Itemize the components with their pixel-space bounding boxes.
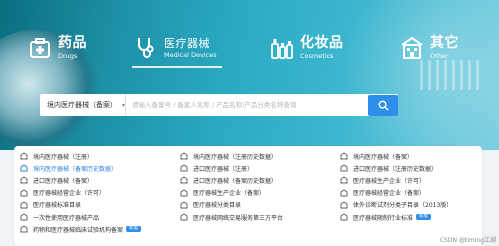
quick-link-label: 医疗器械经营企业（许可） [33, 190, 106, 198]
doc-icon [180, 164, 189, 172]
quick-link[interactable]: 境内医疗器械（注册历史数据） [174, 150, 334, 162]
nav-cosmetics-label: 化妆品 [300, 35, 344, 52]
nav-other[interactable]: 其它 Other [400, 30, 459, 66]
quick-link[interactable]: 医疗器械生产企业（许可） [334, 174, 482, 186]
chevron-down-icon: ▾ [121, 101, 125, 109]
new-badge: 新版 [416, 213, 432, 221]
quick-link[interactable]: 境内医疗器械（备案历史数据） [14, 162, 174, 174]
quick-link-label: 进口医疗器械（备案历史数据） [193, 177, 278, 185]
new-badge: 新版 [126, 225, 142, 233]
doc-icon [20, 225, 29, 233]
doc-icon [340, 189, 349, 197]
quick-link[interactable]: 一次性使用医疗器械产品 [14, 211, 174, 223]
quick-links-grid: 境内医疗器械（注册） 境内医疗器械（注册历史数据） 境内医疗器械（备案） 境内医… [14, 150, 482, 235]
doc-icon [340, 164, 349, 172]
quick-link-label: 境内医疗器械（注册历史数据） [193, 153, 278, 161]
quick-link[interactable]: 进口医疗器械（备案） [14, 174, 174, 186]
quick-link-label: 医疗器械网络交易服务第三方平台 [193, 214, 284, 222]
quick-link-label: 境内医疗器械（备案） [353, 153, 414, 161]
building-icon [400, 35, 424, 61]
nav-cosmetics[interactable]: 化妆品 Cosmetics [270, 30, 344, 66]
doc-icon [20, 152, 29, 160]
nav-cosmetics-en: Cosmetics [300, 52, 334, 61]
doc-icon [20, 201, 29, 209]
quick-link[interactable]: 体外诊断试剂分类子目录（2013版） [334, 199, 482, 211]
stethoscope-icon [134, 35, 158, 61]
quick-link[interactable]: 进口医疗器械（备案历史数据） [174, 174, 334, 186]
search-input[interactable] [126, 94, 398, 116]
quick-link[interactable]: 医疗器械经营企业（许可） [14, 187, 174, 199]
quick-link[interactable]: 境内医疗器械（备案） [334, 150, 482, 162]
doc-icon [180, 201, 189, 209]
quick-link[interactable]: 医疗器械标准目录 [14, 199, 174, 211]
cosmetics-bottle-icon [270, 35, 294, 61]
quick-link[interactable]: 医疗器械网络交易服务第三方平台 [174, 211, 334, 223]
doc-icon [20, 189, 29, 197]
doc-icon [20, 164, 29, 172]
quick-link-label: 药物和医疗器械临床试验机构备案 [33, 226, 124, 234]
quick-link-label: 境内医疗器械（注册） [33, 153, 94, 161]
quick-link-label: 进口医疗器械（注册历史数据） [353, 165, 438, 173]
quick-links-panel: 境内医疗器械（注册） 境内医疗器械（注册历史数据） 境内医疗器械（备案） 境内医… [14, 146, 482, 246]
search-button[interactable] [368, 95, 398, 116]
nav-drugs-label: 药品 [58, 35, 87, 52]
quick-link[interactable]: 医疗器械分类目录 [174, 199, 334, 211]
quick-link-label: 医疗器械随制行业标准 [353, 214, 414, 222]
nav-other-label: 其它 [430, 35, 459, 52]
quick-link[interactable]: 医疗器械生产企业（备案） [174, 187, 334, 199]
search-bar: 境内医疗器械（备案） ▾ [40, 94, 398, 116]
quick-link[interactable]: 药物和医疗器械临床试验机构备案 新版 [14, 223, 174, 235]
hero-banner: 药品 Drugs 医疗器械 Medical Devices 化妆品 Cosmet… [0, 0, 499, 150]
active-tab-underline [132, 66, 222, 68]
category-select-value: 境内医疗器械（备案） [47, 101, 117, 109]
doc-icon [180, 213, 189, 221]
quick-link-label: 进口医疗器械（注册） [193, 165, 254, 173]
quick-link[interactable]: 进口医疗器械（注册历史数据） [334, 162, 482, 174]
nav-medical-devices-label: 医疗器械 [164, 36, 210, 50]
quick-link-label: 一次性使用医疗器械产品 [33, 214, 100, 222]
nav-medical-devices-en: Medical Devices [164, 50, 217, 59]
doc-icon [180, 176, 189, 184]
quick-link-label: 医疗器械生产企业（许可） [353, 177, 426, 185]
doc-icon [340, 213, 349, 221]
doc-icon [20, 213, 29, 221]
quick-link[interactable]: 医疗器械随制行业标准 新版 [334, 211, 482, 223]
doc-icon [340, 152, 349, 160]
medicine-box-icon [28, 35, 52, 61]
doc-icon [180, 152, 189, 160]
watermark: CSDN @timing江湖 [439, 237, 496, 244]
quick-link-label: 境内医疗器械（备案历史数据） [33, 165, 118, 173]
quick-link-label: 医疗器械经营企业（备案） [353, 190, 426, 198]
quick-link[interactable]: 医疗器械经营企业（备案） [334, 187, 482, 199]
doc-icon [20, 176, 29, 184]
quick-link-label: 医疗器械标准目录 [33, 202, 82, 210]
quick-link-label: 体外诊断试剂分类子目录（2013版） [353, 202, 453, 210]
doc-icon [340, 176, 349, 184]
quick-link[interactable]: 境内医疗器械（注册） [14, 150, 174, 162]
search-icon [378, 100, 389, 111]
quick-link-label: 医疗器械分类目录 [193, 202, 242, 210]
nav-drugs[interactable]: 药品 Drugs [28, 30, 87, 66]
nav-drugs-en: Drugs [58, 52, 78, 61]
doc-icon [340, 201, 349, 209]
quick-link-label: 进口医疗器械（备案） [33, 177, 94, 185]
quick-link-label: 医疗器械生产企业（备案） [193, 190, 266, 198]
nav-other-en: Other [430, 52, 449, 61]
quick-link[interactable]: 进口医疗器械（注册） [174, 162, 334, 174]
doc-icon [180, 189, 189, 197]
nav-medical-devices[interactable]: 医疗器械 Medical Devices [134, 30, 217, 66]
category-select[interactable]: 境内医疗器械（备案） ▾ [40, 94, 126, 116]
